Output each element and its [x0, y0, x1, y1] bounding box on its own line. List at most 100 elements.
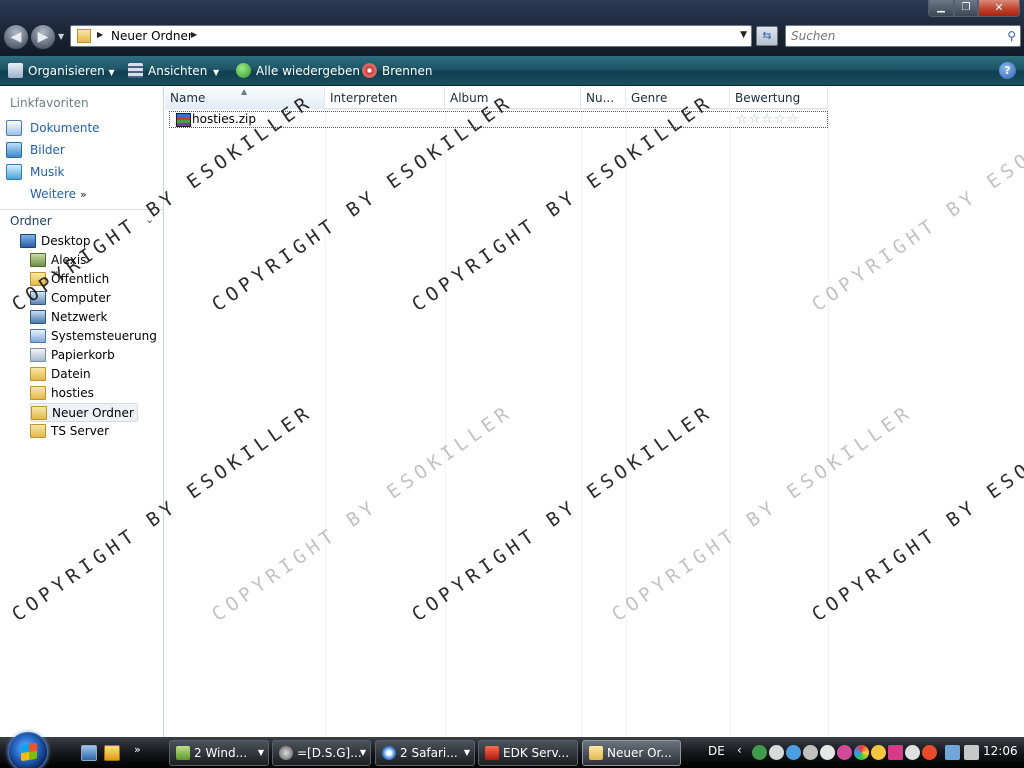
- steam-icon: [279, 746, 293, 760]
- tree-item-label: Datein: [51, 367, 91, 381]
- organize-button[interactable]: Organisieren ▼: [8, 62, 115, 80]
- back-button[interactable]: ◀: [3, 24, 29, 50]
- column-divider: [445, 109, 446, 737]
- breadcrumb-arrow-icon[interactable]: ▶: [97, 30, 103, 39]
- media-player-icon[interactable]: [104, 745, 120, 761]
- tree-item-control-panel[interactable]: Systemsteuerung: [30, 327, 157, 346]
- tree-item-datein[interactable]: Datein: [30, 365, 91, 384]
- favorite-documents[interactable]: Dokumente: [6, 119, 100, 137]
- favorite-music[interactable]: Musik: [6, 163, 65, 181]
- title-bar: ▁ ❐ ✕ ◀ ▶ ▼ ▶ Neuer Ordner ▶ ▼ ⇆ ⚲: [0, 0, 1024, 56]
- folders-header[interactable]: Ordner ⌄: [0, 209, 163, 231]
- column-header-album[interactable]: Album: [445, 87, 581, 109]
- play-all-button[interactable]: Alle wiedergeben: [236, 62, 360, 80]
- double-chevron-right-icon: »: [80, 188, 87, 201]
- tray-app-icon[interactable]: [888, 745, 903, 760]
- tree-item-label: Netzwerk: [51, 310, 108, 324]
- views-dropdown-icon[interactable]: ▼: [213, 68, 219, 77]
- language-indicator[interactable]: DE: [708, 744, 725, 758]
- tree-item-desktop[interactable]: Desktop: [20, 232, 91, 251]
- forward-button[interactable]: ▶: [30, 24, 56, 50]
- show-desktop-icon[interactable]: [81, 745, 97, 761]
- taskbar-button-label: =[D.S.G]...: [297, 746, 362, 760]
- close-button[interactable]: ✕: [978, 0, 1020, 17]
- chrome-tray-icon[interactable]: [854, 745, 869, 760]
- volume-icon[interactable]: [964, 745, 979, 760]
- favorite-pictures[interactable]: Bilder: [6, 141, 65, 159]
- views-button[interactable]: Ansichten: [128, 62, 207, 80]
- quick-launch-more-icon[interactable]: »: [134, 743, 141, 756]
- taskbar-button-label: 2 Safari...: [400, 746, 458, 760]
- tree-item-new-folder[interactable]: Neuer Ordner: [30, 403, 138, 422]
- favorite-links-heading: Linkfavoriten: [10, 96, 89, 110]
- tree-item-ts-server[interactable]: TS Server: [30, 422, 109, 441]
- tree-item-label: Neuer Ordner: [52, 406, 134, 420]
- breadcrumb-arrow-icon[interactable]: ▶: [191, 30, 197, 39]
- pictures-icon: [6, 142, 22, 158]
- messenger-tray-icon[interactable]: [786, 745, 801, 760]
- start-button[interactable]: [8, 732, 48, 768]
- refresh-button[interactable]: ⇆: [756, 26, 778, 46]
- disc-icon: [362, 63, 377, 78]
- file-list: ▲ Name Interpreten Album Nu... Genre Bewe…: [165, 87, 1024, 737]
- tree-item-recycle-bin[interactable]: Papierkorb: [30, 346, 115, 365]
- windows-logo-icon: [21, 742, 37, 762]
- tree-item-public[interactable]: Öffentlich: [30, 270, 109, 289]
- taskbar-button-new-folder[interactable]: Neuer Or...: [582, 740, 681, 766]
- arrow-left-icon: ◀: [10, 29, 22, 45]
- column-header-name[interactable]: ▲ Name: [165, 87, 325, 109]
- search-box[interactable]: ⚲: [785, 25, 1021, 47]
- system-tray: [752, 743, 982, 763]
- network-tray-icon[interactable]: [752, 745, 767, 760]
- rating-stars[interactable]: ☆☆☆☆☆: [736, 112, 799, 127]
- tree-item-hosties[interactable]: hosties: [30, 384, 94, 403]
- tray-app-icon[interactable]: [922, 745, 937, 760]
- search-input[interactable]: [791, 29, 991, 43]
- minimize-button[interactable]: ▁: [928, 0, 954, 17]
- address-dropdown-icon[interactable]: ▼: [740, 30, 747, 40]
- chevron-down-icon[interactable]: ⌄: [145, 213, 154, 226]
- column-divider: [325, 109, 326, 737]
- search-icon[interactable]: ⚲: [1007, 29, 1016, 43]
- refresh-icon: ⇆: [762, 29, 772, 42]
- taskbar-button-windows[interactable]: 2 Wind... ▼: [169, 740, 269, 766]
- clock[interactable]: 12:06: [983, 744, 1018, 758]
- taskbar-button-edk[interactable]: EDK Serv...: [478, 740, 578, 766]
- play-icon: [236, 63, 251, 78]
- column-header-number[interactable]: Nu...: [581, 87, 626, 109]
- tray-app-icon[interactable]: [905, 745, 920, 760]
- breadcrumb-current-folder[interactable]: Neuer Ordner: [111, 29, 193, 43]
- documents-icon: [6, 120, 22, 136]
- folder-icon: [589, 746, 603, 760]
- column-header-rating[interactable]: Bewertung: [730, 87, 828, 109]
- file-row[interactable]: hosties.zip ☆☆☆☆☆: [169, 111, 828, 128]
- organize-icon: [8, 63, 23, 78]
- tray-app-icon[interactable]: [803, 745, 818, 760]
- taskbar-button-steam[interactable]: =[D.S.G]... ▼: [272, 740, 371, 766]
- folder-icon: [30, 272, 46, 286]
- recent-pages-dropdown-icon[interactable]: ▼: [58, 32, 64, 41]
- column-header-genre[interactable]: Genre: [626, 87, 730, 109]
- column-header-artist[interactable]: Interpreten: [325, 87, 445, 109]
- network-connection-icon[interactable]: [945, 745, 960, 760]
- taskbar-button-label: EDK Serv...: [503, 746, 570, 760]
- tree-item-alexis[interactable]: Alexis: [30, 251, 86, 270]
- more-favorites-link[interactable]: Weitere»: [30, 185, 87, 204]
- maximize-button[interactable]: ❐: [954, 0, 978, 17]
- moon-tray-icon[interactable]: [871, 745, 886, 760]
- burn-button[interactable]: Brennen: [362, 62, 432, 80]
- column-divider: [581, 109, 582, 737]
- taskbar-button-safari[interactable]: 2 Safari... ▼: [375, 740, 475, 766]
- tree-item-computer[interactable]: Computer: [30, 289, 111, 308]
- tray-app-icon[interactable]: [820, 745, 835, 760]
- tray-app-icon[interactable]: [769, 745, 784, 760]
- tree-item-label: hosties: [51, 386, 94, 400]
- tree-item-network[interactable]: Netzwerk: [30, 308, 107, 327]
- tray-app-icon[interactable]: [837, 745, 852, 760]
- tree-item-label: TS Server: [51, 424, 110, 438]
- tray-expand-icon[interactable]: ‹: [737, 743, 742, 757]
- folder-icon: [31, 406, 47, 420]
- chevron-down-icon: ▼: [108, 68, 115, 77]
- help-button[interactable]: ?: [999, 62, 1016, 79]
- address-bar[interactable]: ▶ Neuer Ordner ▶ ▼: [70, 25, 752, 47]
